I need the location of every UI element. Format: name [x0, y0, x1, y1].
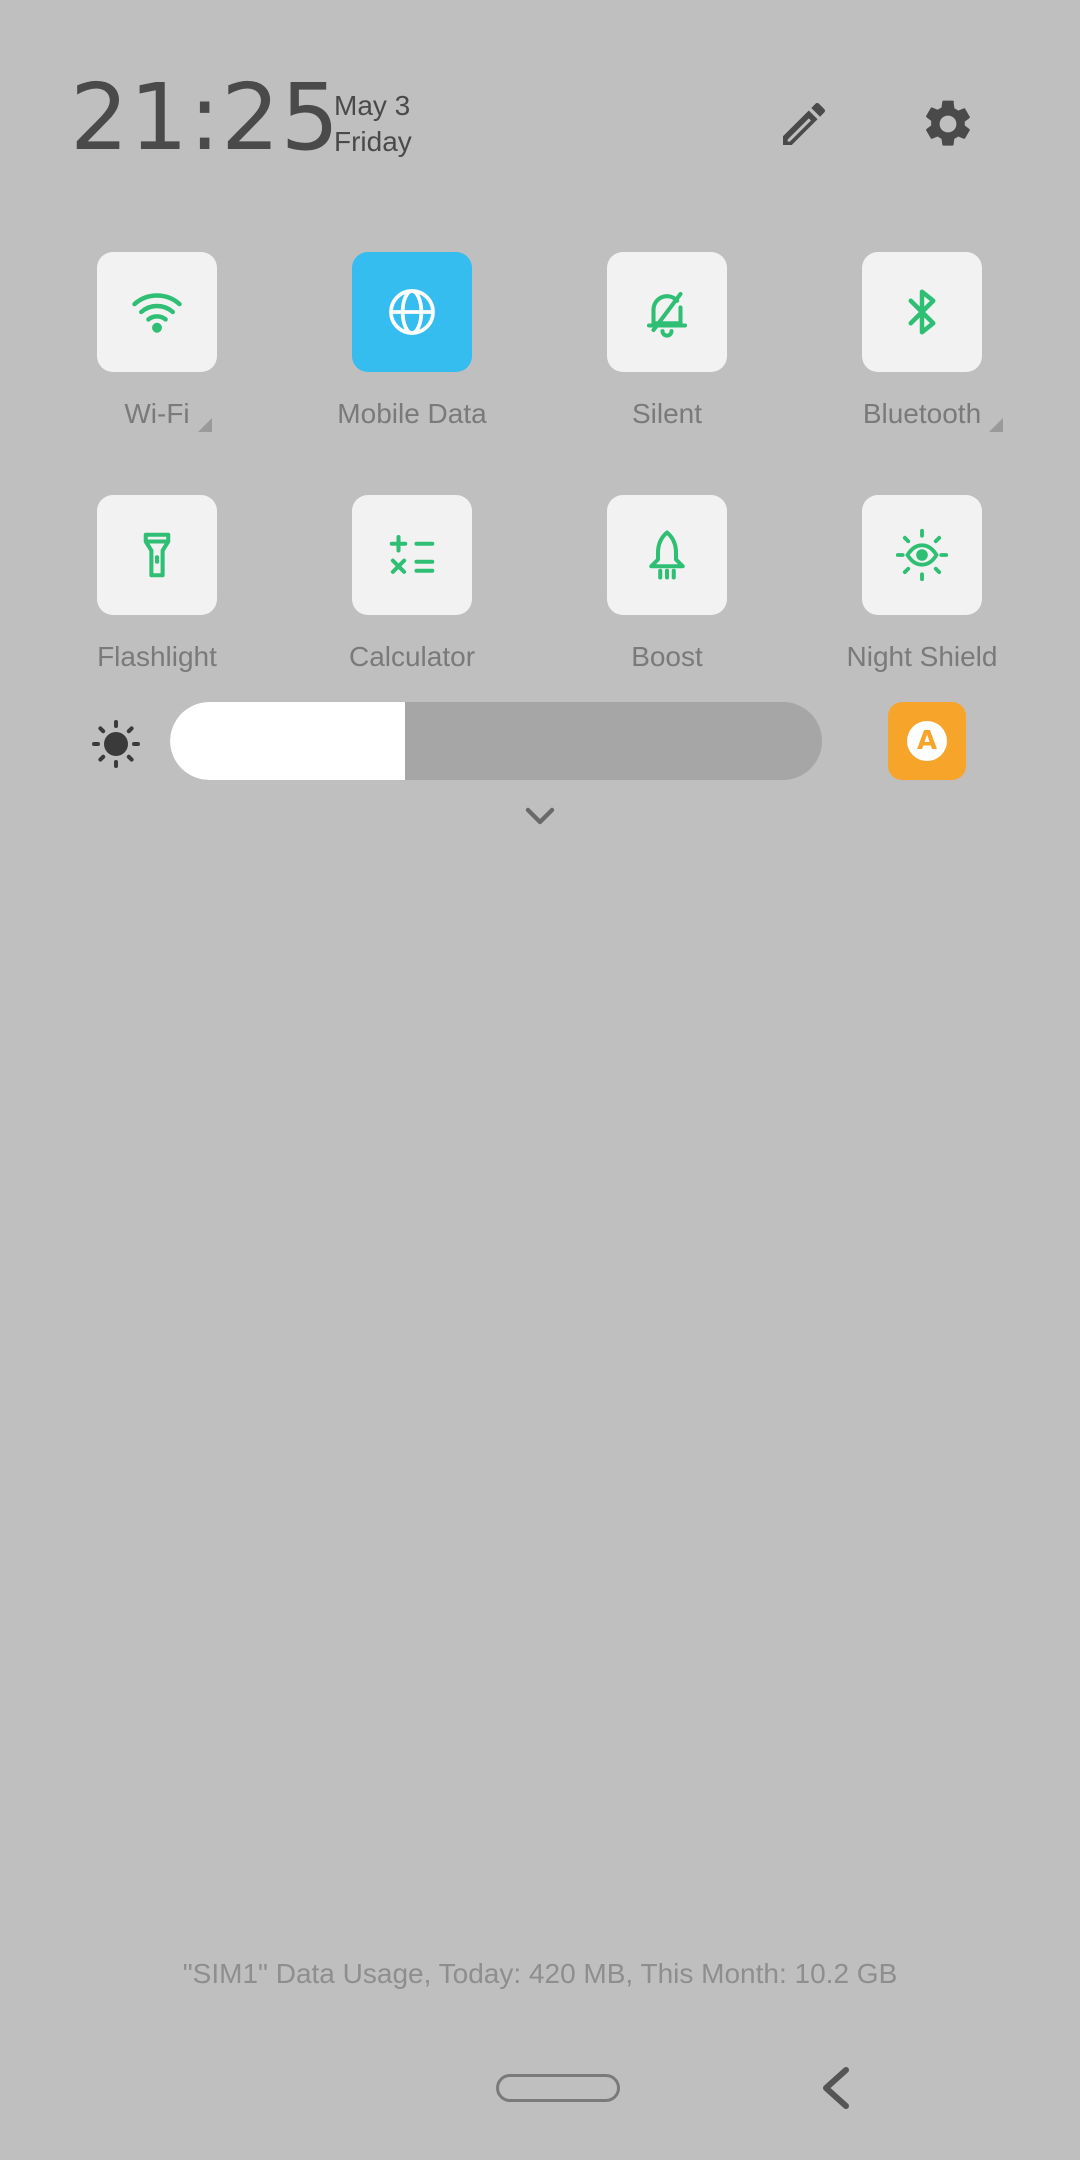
pencil-icon: [783, 102, 826, 145]
eye-sun-icon: [895, 528, 949, 582]
brightness-slider-fill[interactable]: [170, 702, 405, 780]
chevron-down-icon[interactable]: [516, 796, 564, 836]
globe-icon: [389, 289, 435, 335]
tile-mobile-data-label: Mobile Data: [337, 398, 487, 429]
wifi-expand-indicator[interactable]: [197, 418, 212, 432]
tile-night-shield-label: Night Shield: [846, 641, 998, 672]
tile-silent-button[interactable]: [607, 252, 727, 372]
clock-time: 21:25: [70, 64, 341, 171]
tile-wifi-button[interactable]: [97, 252, 217, 372]
tile-row-1: Wi-Fi Mobile Data Silent Bluetooth: [0, 252, 1080, 495]
settings-button[interactable]: [916, 92, 980, 156]
tile-mobile-data[interactable]: Mobile Data: [282, 252, 542, 430]
brightness-sun-icon: [92, 720, 140, 768]
gear-icon: [926, 100, 970, 146]
quick-settings-grid: Wi-Fi Mobile Data Silent Bluetooth Flash…: [0, 252, 1080, 738]
weekday-label: Friday: [334, 126, 412, 157]
tile-wifi-label: Wi-Fi: [124, 398, 212, 432]
edit-button[interactable]: [772, 92, 836, 156]
brightness-slider[interactable]: [170, 702, 822, 780]
date-label: May 3: [334, 90, 411, 121]
tile-mobile-data-button[interactable]: [352, 252, 472, 372]
home-button[interactable]: [496, 2074, 620, 2102]
tile-bluetooth[interactable]: Bluetooth: [792, 252, 1052, 432]
calculator-icon: [389, 534, 435, 574]
data-usage-text[interactable]: "SIM1" Data Usage, Today: 420 MB, This M…: [0, 1958, 1080, 1990]
bell-slash-icon: [646, 291, 688, 338]
tile-calculator-button[interactable]: [352, 495, 472, 615]
tile-calculator[interactable]: Calculator: [282, 495, 542, 673]
flashlight-icon: [143, 532, 171, 578]
tile-flashlight[interactable]: Flashlight: [27, 495, 287, 673]
tile-wifi[interactable]: Wi-Fi: [27, 252, 287, 432]
bluetooth-expand-indicator[interactable]: [989, 418, 1004, 432]
tile-bluetooth-button[interactable]: [862, 252, 982, 372]
wifi-icon: [132, 293, 182, 333]
tile-night-shield-button[interactable]: [862, 495, 982, 615]
tile-wifi-label-text: Wi-Fi: [124, 398, 190, 429]
tile-bluetooth-label: Bluetooth: [862, 398, 1004, 432]
back-icon[interactable]: [818, 2066, 852, 2110]
auto-brightness-button[interactable]: A: [888, 702, 966, 780]
tile-calculator-label: Calculator: [348, 641, 476, 672]
tile-boost-button[interactable]: [607, 495, 727, 615]
rocket-icon: [649, 530, 685, 580]
tile-boost-label: Boost: [631, 641, 703, 672]
tile-bluetooth-label-text: Bluetooth: [862, 398, 982, 429]
auto-brightness-label: A: [907, 721, 947, 761]
tile-boost[interactable]: Boost: [537, 495, 797, 673]
bluetooth-icon: [908, 289, 936, 335]
tile-night-shield[interactable]: Night Shield: [792, 495, 1052, 673]
date-display: May 3 Friday: [334, 88, 412, 160]
tile-flashlight-label: Flashlight: [97, 641, 217, 672]
tile-silent[interactable]: Silent: [537, 252, 797, 430]
tile-flashlight-button[interactable]: [97, 495, 217, 615]
tile-silent-label: Silent: [631, 398, 703, 429]
